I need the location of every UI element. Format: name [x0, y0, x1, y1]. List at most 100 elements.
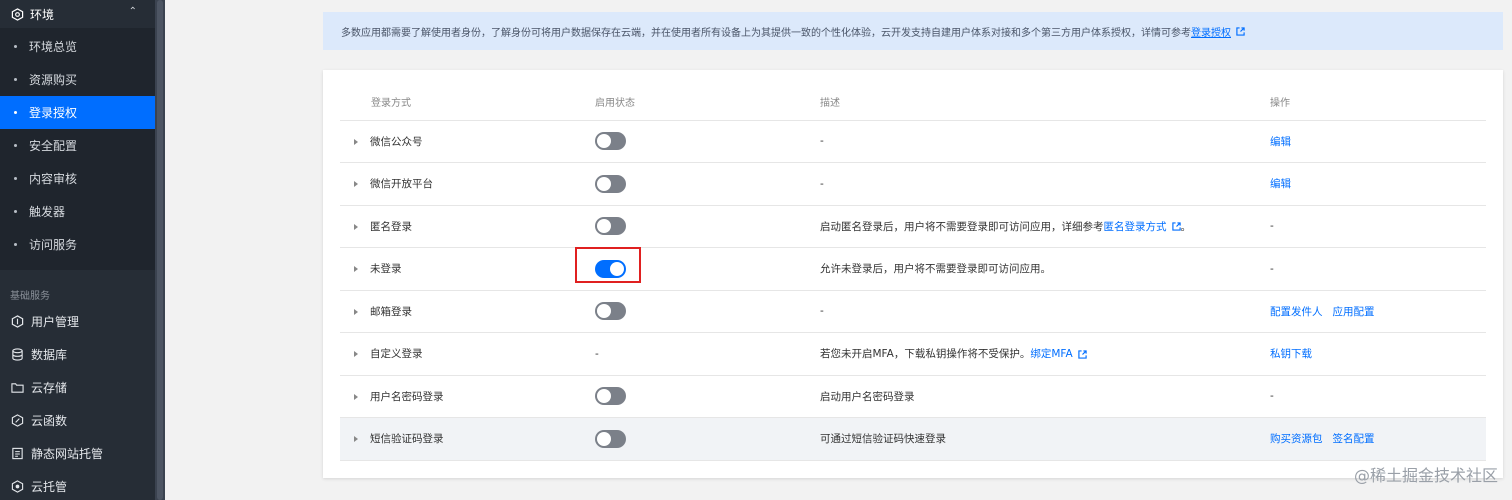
chevron-up-icon: ⌃ — [128, 6, 137, 17]
state-cell — [575, 246, 820, 291]
enable-toggle[interactable] — [595, 217, 626, 236]
toggle-knob — [597, 134, 611, 149]
function-icon — [10, 414, 24, 428]
sidebar-subitem-label: 环境总览 — [29, 40, 78, 54]
sidebar-item-0[interactable]: 用户管理 — [0, 305, 155, 338]
method-cell: 短信验证码登录 — [340, 417, 595, 461]
ops-cell: 购买资源包 签名配置 — [1270, 417, 1486, 461]
bullet-icon — [14, 243, 17, 246]
ops-cell: 编辑 — [1270, 120, 1486, 163]
state-cell — [595, 120, 820, 163]
ops-cell: - — [1270, 205, 1486, 248]
sidebar-subitem-1[interactable]: 资源购买 — [0, 63, 155, 96]
header-desc: 描述 — [820, 84, 1270, 121]
sidebar-subitem-label: 内容审核 — [29, 172, 78, 186]
enable-toggle[interactable] — [595, 302, 626, 321]
sidebar-subitem-4[interactable]: 内容审核 — [0, 162, 155, 195]
sidebar-subitem-label: 触发器 — [29, 205, 66, 219]
desc-text: 允许未登录后，用户将不需要登录即可访问应用。 — [820, 263, 1051, 276]
env-title: 环境 — [30, 7, 55, 22]
enable-toggle[interactable] — [595, 174, 626, 193]
container-icon — [10, 480, 24, 494]
sidebar-item-5[interactable]: 云托管 — [0, 470, 155, 500]
ops-cell: - — [1270, 375, 1486, 418]
ops-cell: 配置发件人 应用配置 — [1270, 290, 1486, 333]
table-row: 微信开放平台 - 编辑 — [340, 162, 1486, 206]
op-link[interactable]: 编辑 — [1270, 136, 1291, 148]
method-cell: 匿名登录 — [340, 205, 595, 248]
external-link-icon[interactable] — [1077, 350, 1087, 359]
sidebar-item-2[interactable]: 云存储 — [0, 371, 155, 404]
bullet-icon — [14, 177, 17, 180]
method-name: 邮箱登录 — [370, 305, 412, 318]
sidebar-subitem-label: 安全配置 — [29, 139, 78, 153]
table-header-row: 登录方式 启用状态 描述 操作 — [340, 84, 1486, 121]
table-row: 用户名密码登录 启动用户名密码登录 - — [340, 375, 1486, 418]
method-cell: 用户名密码登录 — [340, 375, 595, 418]
state-cell — [595, 417, 820, 461]
database-icon — [10, 348, 24, 362]
ops-cell: - — [1270, 247, 1486, 291]
external-link-icon[interactable] — [1236, 26, 1245, 36]
sidebar-subitem-6[interactable]: 访问服务 — [0, 228, 155, 261]
sidebar-subitem-0[interactable]: 环境总览 — [0, 30, 155, 63]
op-link[interactable]: 编辑 — [1270, 178, 1291, 190]
op-link[interactable]: 购买资源包 — [1270, 433, 1323, 445]
desc-text: - — [820, 135, 824, 148]
toggle-knob — [597, 389, 611, 404]
login-methods-card: 登录方式 启用状态 描述 操作 微信公众号 - 编辑 微信开放平台 - 编辑 匿名登录 启动匿… — [323, 70, 1503, 478]
expand-arrow-icon[interactable] — [354, 308, 358, 315]
sidebar-item-4[interactable]: 静态网站托管 — [0, 437, 155, 470]
folder-icon — [10, 381, 24, 395]
sidebar-subitem-label: 资源购买 — [29, 73, 78, 87]
method-name: 微信开放平台 — [370, 178, 433, 191]
ops-cell: 私钥下载 — [1270, 332, 1486, 376]
expand-arrow-icon[interactable] — [354, 181, 358, 188]
method-cell: 邮箱登录 — [340, 290, 595, 333]
banner-link[interactable]: 登录授权 — [1191, 24, 1231, 39]
external-link-icon[interactable] — [1171, 222, 1181, 231]
bullet-icon — [14, 78, 17, 81]
desc-text: 启动匿名登录后，用户将不需要登录即可访问应用，详细参考 — [820, 220, 1104, 233]
sidebar-subitem-5[interactable]: 触发器 — [0, 195, 155, 228]
bullet-icon — [14, 45, 17, 48]
bullet-icon — [14, 144, 17, 147]
env-menu-header[interactable]: 环境 ⌃ — [0, 0, 155, 28]
expand-arrow-icon[interactable] — [354, 436, 358, 443]
bullet-icon — [14, 111, 17, 114]
op-link[interactable]: 签名配置 — [1333, 433, 1375, 445]
enable-toggle[interactable] — [595, 259, 626, 278]
ops-none: - — [1270, 262, 1274, 275]
op-link[interactable]: 私钥下载 — [1270, 348, 1312, 360]
expand-arrow-icon[interactable] — [354, 393, 358, 400]
sidebar-subitem-2[interactable]: 登录授权 — [0, 96, 155, 129]
header-ops: 操作 — [1270, 84, 1486, 121]
op-link[interactable]: 应用配置 — [1333, 306, 1375, 318]
expand-arrow-icon[interactable] — [354, 351, 358, 358]
expand-arrow-icon[interactable] — [354, 223, 358, 230]
sidebar-item-3[interactable]: 云函数 — [0, 404, 155, 437]
sidebar-item-1[interactable]: 数据库 — [0, 338, 155, 371]
desc-cell: 可通过短信验证码快速登录 — [820, 417, 1270, 461]
hexagon-icon — [10, 315, 24, 329]
desc-link[interactable]: 绑定MFA — [1030, 348, 1072, 360]
enable-toggle[interactable] — [595, 132, 626, 151]
scrollbar-thumb[interactable] — [157, 0, 163, 500]
sidebar-item-label: 用户管理 — [31, 315, 80, 329]
sidebar-subitem-3[interactable]: 安全配置 — [0, 129, 155, 162]
toggle-knob — [597, 219, 611, 234]
desc-link[interactable]: 匿名登录方式 — [1104, 221, 1167, 233]
enable-toggle[interactable] — [595, 429, 626, 448]
enable-toggle[interactable] — [595, 387, 626, 406]
desc-text: 可通过短信验证码快速登录 — [820, 433, 946, 446]
state-cell: - — [595, 332, 820, 376]
op-link[interactable]: 配置发件人 — [1270, 306, 1323, 318]
sidebar-item-label: 静态网站托管 — [31, 447, 104, 461]
sidebar-item-label: 云存储 — [31, 381, 68, 395]
sidebar-item-label: 云函数 — [31, 414, 68, 428]
sidebar-scrollbar[interactable] — [155, 0, 165, 500]
expand-arrow-icon[interactable] — [354, 266, 358, 273]
table-row: 微信公众号 - 编辑 — [340, 120, 1486, 163]
expand-arrow-icon[interactable] — [354, 138, 358, 145]
info-banner: 多数应用都需要了解使用者身份，了解身份可将用户数据保存在云端，并在使用者所有设备… — [323, 12, 1503, 50]
